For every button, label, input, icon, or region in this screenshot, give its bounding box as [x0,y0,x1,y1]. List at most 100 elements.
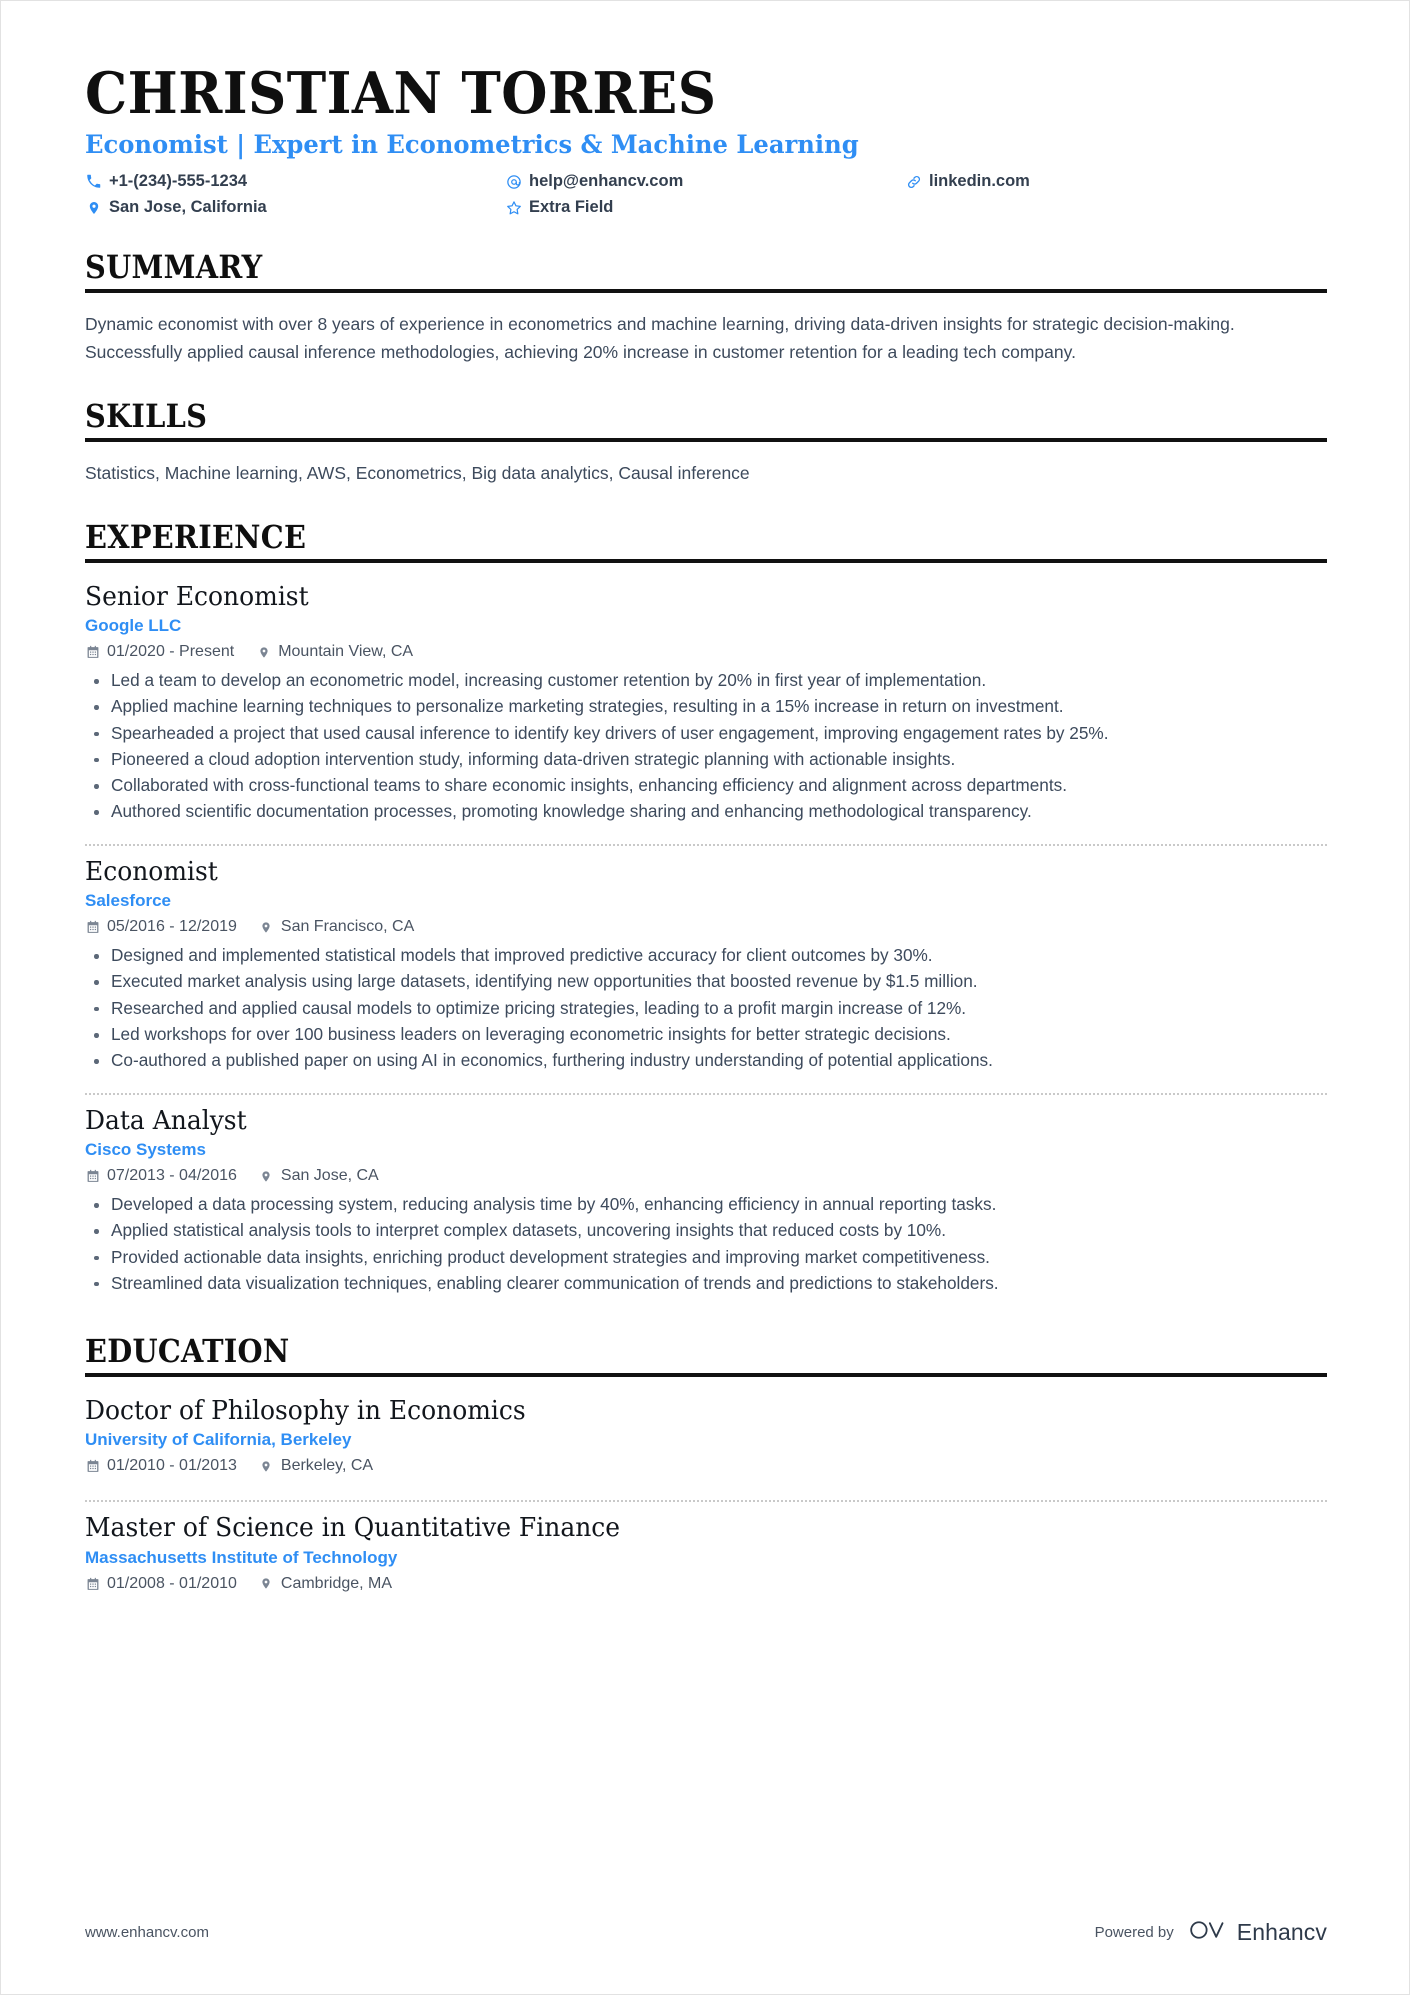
phone-icon [85,173,102,190]
entry-dates-text: 01/2010 - 01/2013 [107,1457,237,1475]
skills-list: Statistics, Machine learning, AWS, Econo… [85,462,750,483]
education-entry: Doctor of Philosophy in Economics Univers… [85,1395,1327,1486]
bullet-item: Collaborated with cross-functional teams… [85,773,1317,798]
entry-title: Doctor of Philosophy in Economics [85,1395,526,1426]
entry-location-text: Berkeley, CA [280,1457,374,1475]
entry-dates: 05/2016 - 12/2019 [85,918,237,936]
page-footer: www.enhancv.com Powered by Enhancv [1,1917,1409,1948]
entry-dates-text: 05/2016 - 12/2019 [107,918,237,936]
experience-entries: Senior Economist Google LLC 01/2020 - Pres… [85,581,1327,1302]
contact-email[interactable]: help@enhancv.com [505,172,905,192]
star-icon [505,199,522,216]
entry-divider [85,1500,1327,1503]
bullet-item: Streamlined data visualization technique… [85,1271,1317,1296]
footer-powered-by: Powered by [1094,1924,1174,1941]
section-title-skills: SKILLS [85,397,208,436]
section-experience: EXPERIENCE Senior Economist Google LLC 01/… [85,518,1327,1302]
bullet-item: Developed a data processing system, redu… [85,1192,1317,1217]
location-pin-icon [85,199,102,216]
contact-linkedin[interactable]: linkedin.com [905,172,1327,192]
bullet-item: Provided actionable data insights, enric… [85,1245,1317,1270]
entry-organization[interactable]: University of California, Berkeley [85,1429,1327,1452]
entry-dates-text: 01/2008 - 01/2010 [107,1574,237,1592]
entry-location: Mountain View, CA [256,643,413,661]
entry-location: Cambridge, MA [259,1575,392,1593]
entry-organization[interactable]: Cisco Systems [85,1139,1327,1162]
entry-dates-text: 01/2020 - Present [107,643,235,661]
enhancv-logo-icon [1188,1917,1228,1948]
section-title-summary: SUMMARY [85,248,263,287]
contact-location-text: San Jose, California [109,197,267,216]
entry-divider [85,843,1327,846]
contact-phone[interactable]: +1-(234)-555-1234 [85,172,505,192]
bullet-item: Co-authored a published paper on using A… [85,1048,1317,1073]
bullet-item: Led a team to develop an econometric mod… [85,668,1317,693]
entry-meta: 01/2008 - 01/2010 Cambridge, MA [85,1575,1327,1593]
entry-location-text: Cambridge, MA [280,1574,393,1592]
section-title-education: EDUCATION [85,1332,290,1371]
experience-entry: Economist Salesforce 05/2016 - 12/2019 San … [85,856,1327,1079]
candidate-subtitle: Economist | Expert in Econometrics & Mac… [85,129,859,160]
entry-divider [85,1092,1327,1095]
location-pin-icon [259,920,274,935]
entry-meta: 01/2010 - 01/2013 Berkeley, CA [85,1457,1327,1475]
contact-email-text: help@enhancv.com [529,171,684,190]
entry-title: Economist [85,856,218,887]
section-rule [85,1372,1327,1377]
section-rule [85,289,1327,294]
bullet-item: Designed and implemented statistical mod… [85,943,1317,968]
email-icon [505,173,522,190]
resume-page: CHRISTIAN TORRES Economist | Expert in E… [0,0,1410,1995]
entry-meta: 07/2013 - 04/2016 San Jose, CA [85,1167,1327,1185]
entry-dates: 01/2020 - Present [85,643,234,661]
bullet-item: Spearheaded a project that used causal i… [85,721,1317,746]
entry-bullets: Designed and implemented statistical mod… [85,943,1327,1073]
experience-entry: Data Analyst Cisco Systems 07/2013 - 04/20… [85,1105,1327,1302]
section-skills: SKILLS Statistics, Machine learning, AWS… [85,400,1327,487]
contact-linkedin-text: linkedin.com [929,171,1030,190]
entry-organization[interactable]: Google LLC [85,615,1327,638]
entry-location: Berkeley, CA [259,1457,373,1475]
summary-text: Dynamic economist with over 8 years of e… [85,314,1235,362]
resume-header: CHRISTIAN TORRES Economist | Expert in E… [85,63,1327,217]
footer-website[interactable]: www.enhancv.com [85,1924,209,1941]
section-title-experience: EXPERIENCE [85,518,307,557]
section-summary: SUMMARY Dynamic economist with over 8 ye… [85,251,1327,366]
contact-phone-text: +1-(234)-555-1234 [109,171,248,190]
entry-location-text: San Francisco, CA [280,918,415,936]
contact-extra-field[interactable]: Extra Field [505,198,905,218]
contact-location[interactable]: San Jose, California [85,198,505,218]
candidate-name: CHRISTIAN TORRES [85,60,717,127]
location-pin-icon [256,645,271,660]
calendar-icon [85,920,100,935]
enhancv-brand: Enhancv [1188,1917,1327,1948]
entry-dates-text: 07/2013 - 04/2016 [107,1167,237,1185]
contact-details: +1-(234)-555-1234 help@enhancv.com linke… [85,172,1327,218]
bullet-item: Authored scientific documentation proces… [85,799,1317,824]
entry-organization[interactable]: Salesforce [85,890,1327,913]
enhancv-brand-name: Enhancv [1236,1919,1327,1945]
entry-dates: 01/2010 - 01/2013 [85,1457,237,1475]
bullet-item: Pioneered a cloud adoption intervention … [85,747,1317,772]
bullet-item: Researched and applied causal models to … [85,996,1317,1021]
entry-meta: 01/2020 - Present Mountain View, CA [85,643,1327,661]
bullet-item: Led workshops for over 100 business lead… [85,1022,1317,1047]
experience-entry: Senior Economist Google LLC 01/2020 - Pres… [85,581,1327,830]
entry-bullets: Developed a data processing system, redu… [85,1192,1327,1296]
entry-location-text: San Jose, CA [280,1167,379,1185]
section-rule [85,558,1327,563]
section-rule [85,437,1327,442]
bullet-item: Applied machine learning techniques to p… [85,694,1317,719]
entry-title: Senior Economist [85,581,309,612]
calendar-icon [85,1459,100,1474]
calendar-icon [85,1169,100,1184]
entry-meta: 05/2016 - 12/2019 San Francisco, CA [85,918,1327,936]
entry-location: San Jose, CA [259,1167,379,1185]
entry-organization[interactable]: Massachusetts Institute of Technology [85,1547,1327,1570]
entry-location: San Francisco, CA [259,918,414,936]
entry-dates: 01/2008 - 01/2010 [85,1575,237,1593]
location-pin-icon [259,1576,274,1591]
bullet-item: Executed market analysis using large dat… [85,969,1317,994]
calendar-icon [85,1576,100,1591]
section-education: EDUCATION Doctor of Philosophy in Econom… [85,1335,1327,1603]
